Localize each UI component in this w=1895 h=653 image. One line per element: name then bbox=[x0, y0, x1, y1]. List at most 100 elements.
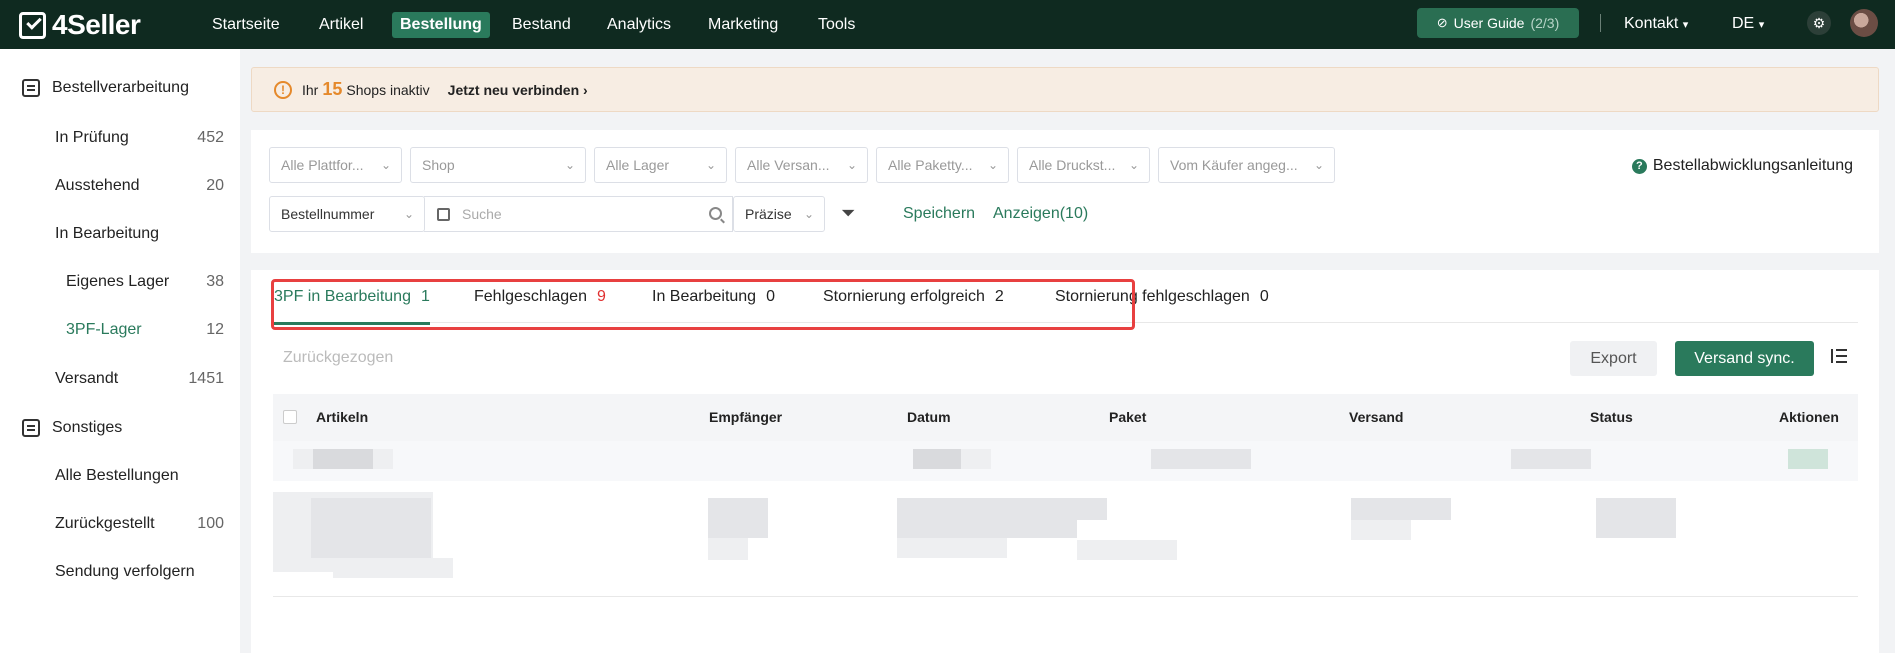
sidebar-item-versandt[interactable]: Versandt bbox=[55, 370, 118, 388]
funnel-icon[interactable]: ⏷ bbox=[841, 203, 855, 224]
blurred-content bbox=[1788, 449, 1828, 469]
chevron-down-icon: ▾ bbox=[1758, 19, 1765, 31]
nav-bestellung[interactable]: Bestellung bbox=[392, 12, 490, 38]
sidebar-item-in-bearbeitung[interactable]: In Bearbeitung bbox=[55, 225, 159, 243]
nav-startseite[interactable]: Startseite bbox=[204, 12, 288, 38]
column-header: Artikeln bbox=[316, 409, 369, 425]
column-header: Paket bbox=[1109, 409, 1147, 425]
sidebar-item-eigenes-lager[interactable]: Eigenes Lager bbox=[66, 273, 169, 291]
table-header: Artikeln Empfänger Datum Paket Versand S… bbox=[273, 394, 1858, 441]
show-button[interactable]: Anzeigen(10) bbox=[993, 205, 1088, 223]
sidebar-count: 1451 bbox=[188, 370, 224, 387]
gear-icon[interactable]: ⚙ bbox=[1807, 11, 1831, 35]
search-placeholder: Suche bbox=[462, 206, 502, 222]
blurred-content bbox=[897, 498, 1077, 538]
user-guide-count: (2/3) bbox=[1530, 15, 1560, 31]
language-dropdown[interactable]: DE ▾ bbox=[1732, 12, 1764, 37]
nav-divider bbox=[1600, 14, 1601, 32]
sidebar-item-3pf-lager[interactable]: 3PF-Lager bbox=[66, 321, 142, 339]
search-icon[interactable] bbox=[709, 207, 722, 220]
inactive-shops-notice: ! Ihr 15 Shops inaktiv Jetzt neu verbind… bbox=[251, 67, 1879, 112]
sidebar-group-label: Bestellverarbeitung bbox=[52, 79, 189, 96]
nav-artikel[interactable]: Artikel bbox=[311, 12, 371, 38]
sidebar-item-in-pruefung[interactable]: In Prüfung bbox=[55, 129, 129, 147]
column-settings-icon[interactable] bbox=[1831, 349, 1847, 363]
nav-tools[interactable]: Tools bbox=[810, 12, 863, 38]
question-icon: ? bbox=[1631, 158, 1647, 174]
order-guide-link[interactable]: ? Bestellabwicklungsanleitung bbox=[1631, 157, 1853, 175]
column-header: Aktionen bbox=[1779, 409, 1839, 425]
logo-text: 4Seller bbox=[52, 9, 141, 40]
search-field-select[interactable]: Bestellnummer ⌄ bbox=[269, 196, 425, 232]
shipping-select[interactable]: Alle Versan... ⌄ bbox=[735, 147, 868, 183]
blurred-content bbox=[1151, 449, 1251, 469]
sidebar-count: 12 bbox=[206, 321, 224, 338]
search-input[interactable]: Suche bbox=[424, 196, 733, 232]
notice-suffix: Shops inaktiv bbox=[346, 81, 430, 98]
order-guide-label: Bestellabwicklungsanleitung bbox=[1652, 157, 1853, 174]
blurred-content bbox=[311, 498, 431, 558]
save-button[interactable]: Speichern bbox=[903, 205, 975, 223]
clipboard-icon bbox=[22, 419, 40, 437]
platform-select-value: Alle Plattfor... bbox=[281, 157, 364, 173]
top-navigation: 4Seller Startseite Artikel Bestellung Be… bbox=[0, 0, 1895, 49]
shipping-select-value: Alle Versan... bbox=[747, 157, 830, 173]
precision-select[interactable]: Präzise ⌄ bbox=[733, 196, 825, 232]
column-header: Versand bbox=[1349, 409, 1404, 425]
clipboard-icon bbox=[22, 79, 40, 97]
chevron-down-icon: ⌄ bbox=[380, 158, 391, 172]
table-row-group-header[interactable] bbox=[273, 441, 1858, 481]
chevron-down-icon: ⌄ bbox=[564, 158, 575, 172]
app-logo[interactable]: 4Seller bbox=[19, 9, 141, 41]
package-type-select-value: Alle Paketty... bbox=[888, 157, 973, 173]
sidebar-item-sendung-verfolgen[interactable]: Sendung verfolgern bbox=[55, 563, 195, 581]
blurred-content bbox=[1511, 449, 1591, 469]
avatar[interactable] bbox=[1850, 9, 1878, 37]
package-type-select[interactable]: Alle Paketty... ⌄ bbox=[876, 147, 1009, 183]
blurred-content bbox=[333, 558, 453, 578]
platform-select[interactable]: Alle Plattfor... ⌄ bbox=[269, 147, 402, 183]
chevron-down-icon: ⌄ bbox=[705, 158, 716, 172]
row-divider bbox=[273, 596, 1858, 597]
sidebar-group-sonstiges[interactable]: Sonstiges bbox=[22, 419, 122, 437]
blurred-content bbox=[1596, 498, 1676, 538]
nav-analytics[interactable]: Analytics bbox=[599, 12, 679, 38]
logo-icon bbox=[19, 11, 46, 39]
buyer-specified-select[interactable]: Vom Käufer angeg... ⌄ bbox=[1158, 147, 1335, 183]
reconnect-link[interactable]: Jetzt neu verbinden › bbox=[448, 82, 588, 98]
export-button[interactable]: Export bbox=[1570, 341, 1657, 376]
shop-select-value: Shop bbox=[422, 157, 455, 173]
column-header: Datum bbox=[907, 409, 951, 425]
select-all-checkbox[interactable] bbox=[283, 410, 297, 424]
contact-dropdown[interactable]: Kontakt ▾ bbox=[1624, 12, 1688, 37]
blurred-content bbox=[313, 449, 373, 469]
nav-marketing[interactable]: Marketing bbox=[700, 12, 786, 38]
tabs-highlight-box bbox=[271, 279, 1135, 330]
sync-shipping-button[interactable]: Versand sync. bbox=[1675, 341, 1814, 376]
sidebar-item-alle-bestellungen[interactable]: Alle Bestellungen bbox=[55, 467, 179, 485]
shop-select[interactable]: Shop ⌄ bbox=[410, 147, 586, 183]
chevron-down-icon: ⌄ bbox=[803, 207, 814, 221]
print-status-select[interactable]: Alle Druckst... ⌄ bbox=[1017, 147, 1150, 183]
sub-tab-zurueckgezogen[interactable]: Zurückgezogen bbox=[283, 349, 393, 367]
blurred-content bbox=[913, 449, 961, 469]
notice-count: 15 bbox=[322, 79, 343, 99]
sidebar-count: 20 bbox=[206, 177, 224, 194]
buyer-specified-select-value: Vom Käufer angeg... bbox=[1170, 157, 1298, 173]
orders-panel: 3PF in Bearbeitung 1 Fehlgeschlagen 9 In B… bbox=[251, 270, 1879, 653]
contact-label: Kontakt bbox=[1624, 15, 1679, 32]
sidebar-group-label: Sonstiges bbox=[52, 419, 123, 436]
user-guide-button[interactable]: ⊘ User Guide (2/3) bbox=[1417, 8, 1579, 38]
warehouse-select[interactable]: Alle Lager ⌄ bbox=[594, 147, 727, 183]
language-label: DE bbox=[1732, 15, 1755, 32]
column-header: Empfänger bbox=[709, 409, 783, 425]
warehouse-select-value: Alle Lager bbox=[606, 157, 670, 173]
nav-bestand[interactable]: Bestand bbox=[504, 12, 579, 38]
sidebar: Bestellverarbeitung In Prüfung 452 Ausst… bbox=[0, 49, 240, 653]
precision-value: Präzise bbox=[745, 206, 792, 222]
sidebar-group-order-processing[interactable]: Bestellverarbeitung bbox=[22, 79, 189, 97]
sidebar-item-zurueckgestellt[interactable]: Zurückgestellt bbox=[55, 515, 155, 533]
sidebar-count: 100 bbox=[197, 515, 224, 532]
sidebar-item-ausstehend[interactable]: Ausstehend bbox=[55, 177, 140, 195]
blurred-content bbox=[708, 538, 748, 560]
